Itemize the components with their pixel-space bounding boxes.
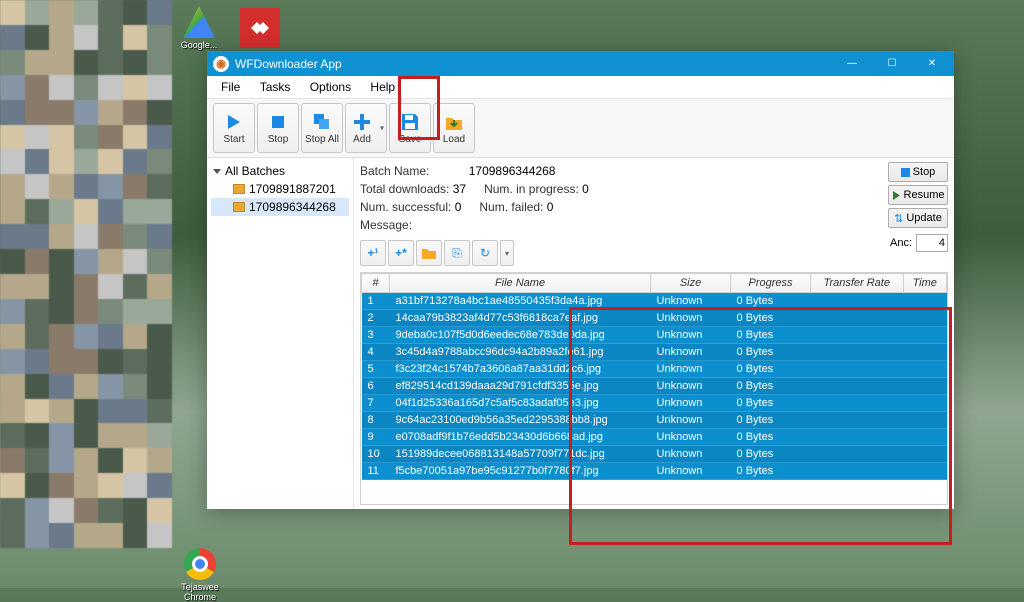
add-one-button[interactable]: +¹ [360, 240, 386, 266]
tree-root[interactable]: All Batches [211, 162, 349, 180]
more-dropdown[interactable]: ▾ [500, 240, 514, 266]
downloads-table-wrap[interactable]: # File Name Size Progress Transfer Rate … [360, 272, 948, 505]
table-row[interactable]: 11f5cbe70051a97be95c91277b0f7780f7.jpgUn… [362, 463, 947, 480]
downloads-table: # File Name Size Progress Transfer Rate … [361, 273, 947, 480]
table-row[interactable]: 10151989decee068813148a57709f771dc.jpgUn… [362, 446, 947, 463]
save-icon [399, 111, 421, 133]
menubar: File Tasks Options Help [207, 76, 954, 99]
close-button[interactable]: ✕ [912, 51, 952, 76]
batch-name: 1709896344268 [469, 164, 556, 178]
menu-file[interactable]: File [213, 78, 248, 96]
desktop-icon[interactable]: Google... [180, 6, 218, 50]
play-icon [223, 111, 245, 133]
small-toolbar: +¹ +* ⎘ ↻ ▾ [360, 240, 948, 266]
chevron-down-icon [213, 169, 221, 174]
col-filename[interactable]: File Name [390, 274, 651, 293]
table-row[interactable]: 43c45d4a9788abcc96dc94a2b89a2fe61.jpgUnk… [362, 344, 947, 361]
batch-icon [233, 184, 245, 194]
menu-tasks[interactable]: Tasks [252, 78, 299, 96]
tree-item-0[interactable]: 1709891887201 [211, 180, 349, 198]
plus-icon [351, 111, 373, 133]
side-resume-button[interactable]: Resume [888, 185, 948, 205]
add-multi-button[interactable]: +* [388, 240, 414, 266]
load-icon [443, 111, 465, 133]
table-row[interactable]: 89c64ac23100ed9b56a35ed2295388bb8.jpgUnk… [362, 412, 947, 429]
app-window: ◉ WFDownloader App — ☐ ✕ File Tasks Opti… [207, 51, 954, 509]
table-row[interactable]: 5f3c23f24c1574b7a3606a87aa31dd2c6.jpgUnk… [362, 361, 947, 378]
col-size[interactable]: Size [651, 274, 731, 293]
main-panel: Batch Name: 1709896344268 Total download… [354, 158, 954, 509]
menu-help[interactable]: Help [362, 78, 403, 96]
anc-row: Anc: [890, 234, 948, 252]
maximize-button[interactable]: ☐ [872, 51, 912, 76]
batch-name-label: Batch Name: [360, 164, 429, 178]
minimize-button[interactable]: — [832, 51, 872, 76]
load-button[interactable]: Load [433, 103, 475, 153]
stopall-button[interactable]: Stop All [301, 103, 343, 153]
table-row[interactable]: 214caa79b3823af4d77c53f6818ca7eaf.jpgUnk… [362, 310, 947, 327]
stop-button[interactable]: Stop [257, 103, 299, 153]
toolbar: Start Stop Stop All Add▾ Save Load [207, 99, 954, 158]
window-title: WFDownloader App [235, 57, 832, 71]
titlebar[interactable]: ◉ WFDownloader App — ☐ ✕ [207, 51, 954, 76]
app-icon: ◉ [213, 56, 229, 72]
folder-open-button[interactable] [416, 240, 442, 266]
refresh-button[interactable]: ↻ [472, 240, 498, 266]
save-button[interactable]: Save [389, 103, 431, 153]
anc-input[interactable] [916, 234, 948, 252]
stop-icon [267, 111, 289, 133]
add-button[interactable]: Add▾ [345, 103, 387, 153]
side-update-button[interactable]: ⇅Update [888, 208, 948, 228]
col-num[interactable]: # [362, 274, 390, 293]
stopall-icon [311, 111, 333, 133]
message-label: Message: [360, 218, 412, 232]
chrome-icon[interactable]: Tejaswee Chrome [178, 548, 222, 602]
menu-options[interactable]: Options [302, 78, 359, 96]
table-row[interactable]: 39deba0c107f5d0d6eedec68e783de0da.jpgUnk… [362, 327, 947, 344]
table-row[interactable]: 704f1d25336a165d7c5af5c83adaf05e3.jpgUnk… [362, 395, 947, 412]
start-button[interactable]: Start [213, 103, 255, 153]
batch-icon [233, 202, 245, 212]
table-row[interactable]: 9e0708adf9f1b76edd5b23430d6b668ad.jpgUnk… [362, 429, 947, 446]
col-rate[interactable]: Transfer Rate [811, 274, 903, 293]
batch-tree: All Batches 1709891887201 1709896344268 [207, 158, 354, 509]
export-button[interactable]: ⎘ [444, 240, 470, 266]
tree-item-1[interactable]: 1709896344268 [211, 198, 349, 216]
table-row[interactable]: 1a31bf713278a4bc1ae48550435f3da4a.jpgUnk… [362, 293, 947, 310]
anydesk-icon[interactable] [240, 8, 280, 48]
dropdown-icon: ▾ [380, 124, 384, 133]
side-stop-button[interactable]: Stop [888, 162, 948, 182]
pixelated-region [0, 0, 172, 548]
col-progress[interactable]: Progress [731, 274, 811, 293]
col-time[interactable]: Time [903, 274, 947, 293]
table-row[interactable]: 6ef829514cd139daaa29d791cfdf3355e.jpgUnk… [362, 378, 947, 395]
